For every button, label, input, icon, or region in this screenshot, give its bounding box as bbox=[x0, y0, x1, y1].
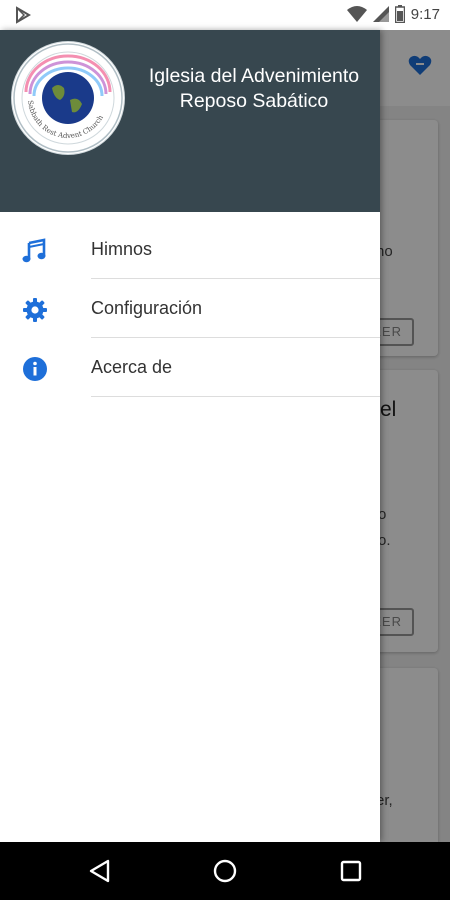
navigation-drawer: Sabbath Rest Advent Church Iglesia del A… bbox=[0, 30, 380, 842]
status-bar: 9:17 bbox=[0, 0, 450, 30]
info-icon bbox=[22, 356, 48, 382]
gear-icon bbox=[22, 297, 48, 323]
clock: 9:17 bbox=[410, 5, 440, 23]
church-logo: Sabbath Rest Advent Church bbox=[12, 42, 124, 154]
church-title: Iglesia del Advenimiento Reposo Sabático bbox=[148, 65, 360, 112]
home-icon[interactable] bbox=[213, 859, 237, 888]
system-nav-bar bbox=[0, 842, 450, 900]
drawer-item-hymns[interactable]: Himnos bbox=[0, 220, 380, 279]
play-store-icon bbox=[14, 6, 32, 29]
drawer-item-label: Himnos bbox=[91, 239, 153, 259]
drawer-menu: Himnos Configuración Acerca de bbox=[0, 220, 380, 397]
wifi-icon bbox=[346, 6, 367, 22]
recents-icon[interactable] bbox=[339, 859, 363, 888]
drawer-item-label: Acerca de bbox=[91, 357, 173, 377]
battery-icon bbox=[394, 5, 405, 23]
divider bbox=[91, 396, 380, 397]
music-note-icon bbox=[22, 238, 48, 264]
drawer-item-label: Configuración bbox=[91, 298, 203, 318]
drawer-header: Sabbath Rest Advent Church Iglesia del A… bbox=[0, 30, 380, 212]
drawer-item-about[interactable]: Acerca de bbox=[0, 338, 380, 397]
back-icon[interactable] bbox=[88, 859, 112, 888]
cellular-icon bbox=[372, 6, 389, 22]
drawer-item-settings[interactable]: Configuración bbox=[0, 279, 380, 338]
